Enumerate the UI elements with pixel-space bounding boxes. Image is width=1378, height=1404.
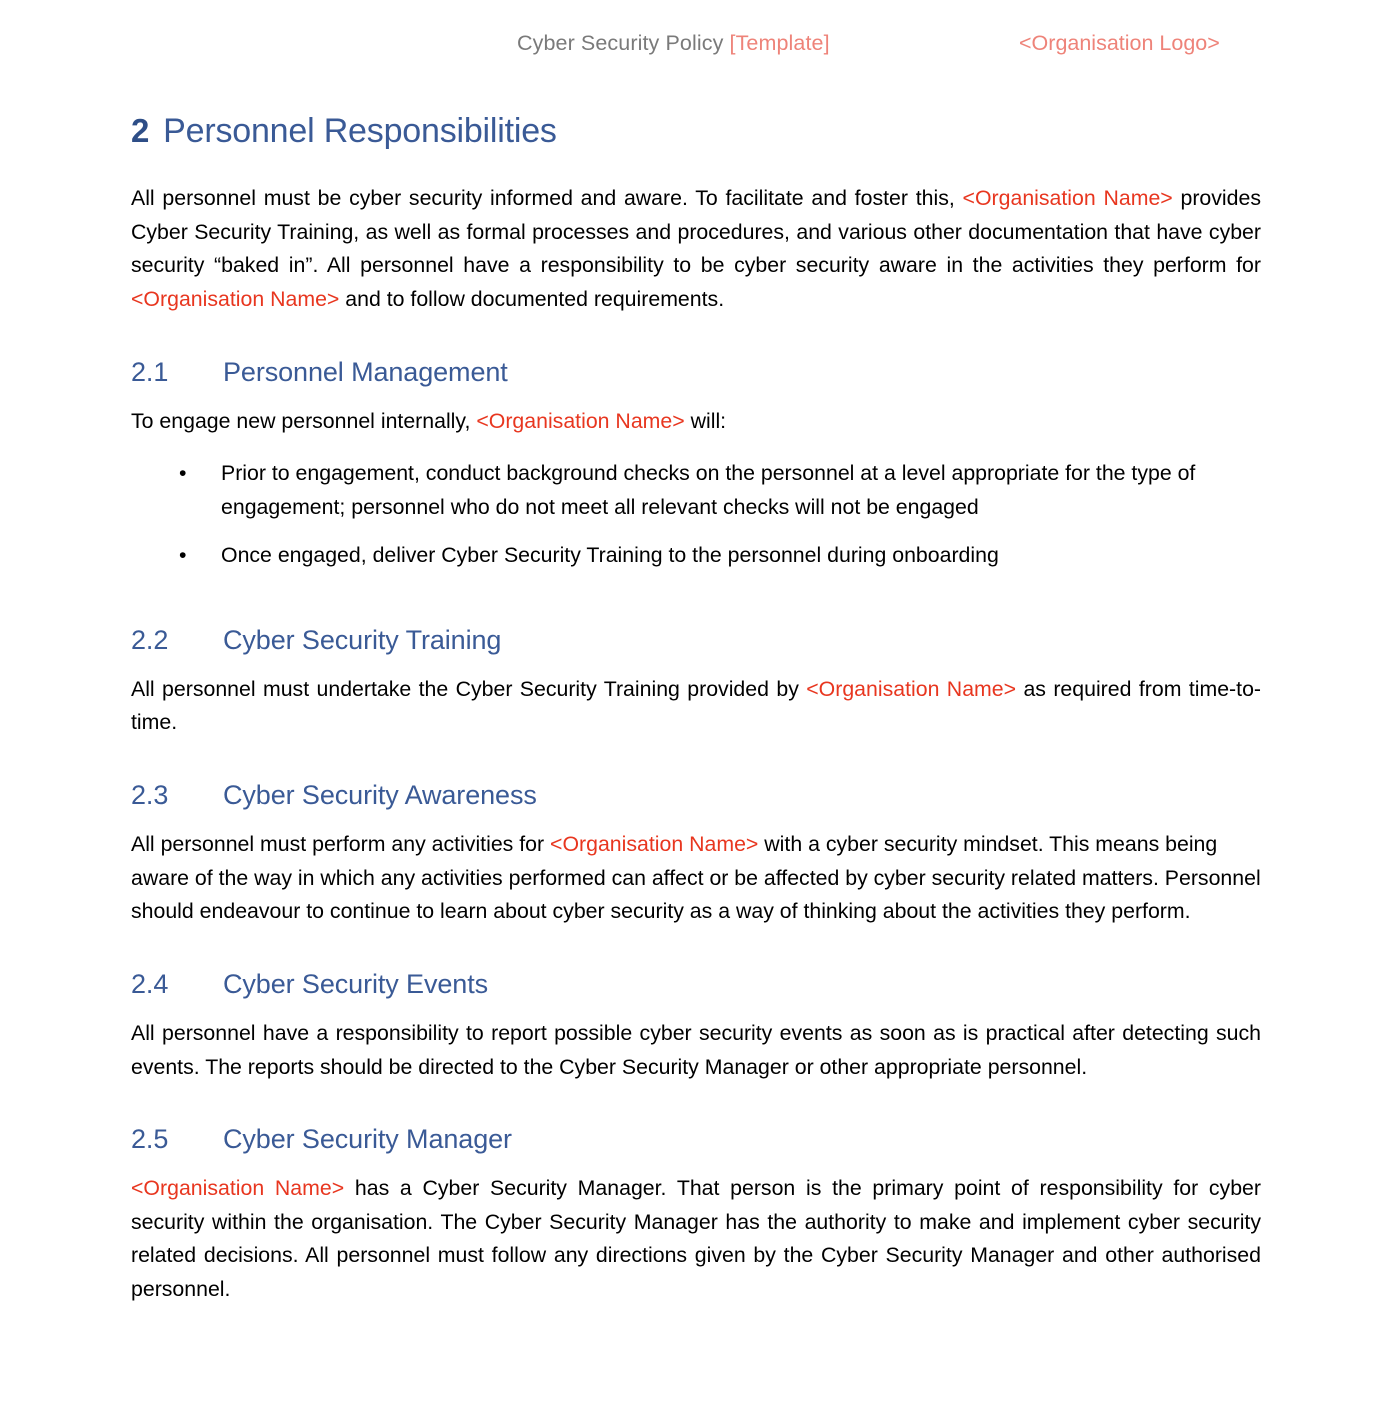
header-title-text: Cyber Security Policy — [517, 31, 730, 55]
intro-text-part-3: and to follow documented requirements. — [339, 287, 725, 311]
organisation-name-placeholder: <Organisation Name> — [962, 186, 1173, 211]
document-body: 2 Personnel Responsibilities All personne… — [131, 112, 1261, 1331]
section-heading-2-1: 2.1 Personnel Management — [131, 357, 1261, 388]
section-2-3-paragraph: All personnel must perform any activitie… — [131, 828, 1261, 929]
section-heading-2-4: 2.4 Cyber Security Events — [131, 969, 1261, 1000]
section-2-2-paragraph: All personnel must undertake the Cyber S… — [131, 673, 1261, 740]
section-title: Cyber Security Manager — [223, 1124, 512, 1155]
section-title: Cyber Security Events — [223, 968, 488, 999]
body-text-part-1: All personnel must undertake the Cyber S… — [131, 676, 807, 701]
section-heading-2-5: 2.5 Cyber Security Manager — [131, 1124, 1261, 1155]
list-item-text: Prior to engagement, conduct background … — [221, 461, 1196, 520]
organisation-name-placeholder: <Organisation Name> — [806, 676, 1017, 701]
chapter-heading: 2 Personnel Responsibilities — [131, 112, 1261, 150]
section-title: Cyber Security Awareness — [223, 779, 537, 810]
section-heading-2-3: 2.3 Cyber Security Awareness — [131, 780, 1261, 811]
list-item-text: Once engaged, deliver Cyber Security Tra… — [221, 543, 999, 568]
section-2-1-bullet-list: • Prior to engagement, conduct background… — [131, 456, 1261, 572]
organisation-name-placeholder: <Organisation Name> — [131, 1176, 345, 1201]
organisation-name-placeholder: <Organisation Name> — [550, 831, 759, 856]
organisation-name-placeholder: <Organisation Name> — [131, 287, 340, 311]
section-title: Cyber Security Training — [223, 624, 502, 655]
list-item: • Prior to engagement, conduct background… — [131, 456, 1261, 524]
section-2-1-lead-paragraph: To engage new personnel internally, <Org… — [131, 405, 1261, 439]
section-2-5-paragraph: <Organisation Name> has a Cyber Security… — [131, 1172, 1261, 1307]
section-number: 2.1 — [131, 356, 169, 387]
header-organisation-logo-placeholder: <Organisation Logo> — [1019, 31, 1220, 55]
bullet-icon: • — [179, 461, 187, 486]
intro-text-part-1: All personnel must be cyber security inf… — [131, 186, 963, 211]
bullet-icon: • — [179, 543, 187, 568]
lead-text-part-1: To engage new personnel internally, — [131, 408, 477, 433]
chapter-number: 2 — [131, 112, 150, 149]
header-template-tag: [Template] — [729, 31, 830, 55]
page-running-header: Cyber Security Policy [Template] <Organi… — [0, 0, 1378, 88]
section-number: 2.4 — [131, 968, 169, 999]
section-number: 2.3 — [131, 779, 169, 810]
section-title: Personnel Management — [223, 356, 508, 387]
section-heading-2-2: 2.2 Cyber Security Training — [131, 625, 1261, 656]
body-text-part-1: All personnel must perform any activitie… — [131, 831, 551, 856]
section-2-4-paragraph: All personnel have a responsibility to r… — [131, 1020, 1261, 1079]
header-document-title: Cyber Security Policy [Template] — [517, 31, 830, 56]
lead-text-part-2: will: — [684, 408, 727, 433]
organisation-name-placeholder: <Organisation Name> — [476, 408, 685, 433]
chapter-intro-paragraph: All personnel must be cyber security inf… — [131, 182, 1261, 317]
chapter-title: Personnel Responsibilities — [163, 112, 557, 150]
section-number: 2.5 — [131, 1124, 169, 1155]
section-number: 2.2 — [131, 624, 169, 655]
list-item: • Once engaged, deliver Cyber Security Tr… — [131, 538, 1261, 572]
